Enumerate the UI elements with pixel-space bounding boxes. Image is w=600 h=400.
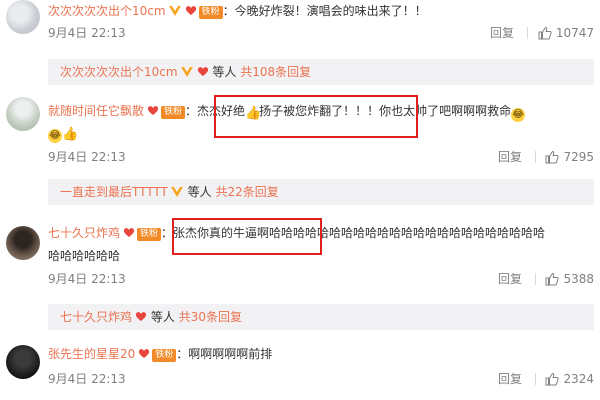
divider bbox=[535, 373, 536, 385]
timestamp: 9月4日 22:13 bbox=[48, 272, 126, 286]
reply-count-link[interactable]: 共108条回复 bbox=[240, 65, 311, 79]
reply-summary[interactable]: 次次次次次出个10cm 等人 共108条回复 bbox=[48, 59, 594, 85]
reply-button[interactable]: 回复 bbox=[498, 370, 522, 388]
highlight-box bbox=[214, 95, 418, 138]
reply-others: 等人 bbox=[150, 310, 175, 324]
avatar[interactable] bbox=[6, 0, 40, 34]
laugh-cry-emoji: 😂 bbox=[48, 129, 62, 143]
fan-heart-icon bbox=[139, 349, 150, 358]
comment-meta: 9月4日 22:13 回复 2324 bbox=[48, 370, 594, 388]
fan-heart-icon bbox=[123, 228, 135, 237]
fan-badge: 铁粉 bbox=[152, 349, 177, 362]
fan-badge: 铁粉 bbox=[137, 228, 162, 241]
fan-heart-icon bbox=[185, 6, 196, 15]
reply-others: 等人 bbox=[187, 185, 212, 199]
divider bbox=[527, 27, 528, 39]
username[interactable]: 就随时间任它飘散 bbox=[48, 104, 144, 118]
fan-badge: 铁粉 bbox=[198, 6, 223, 19]
avatar[interactable] bbox=[6, 345, 40, 379]
reply-username[interactable]: 七十久只炸鸡 bbox=[60, 310, 132, 324]
divider bbox=[535, 151, 536, 163]
reply-username[interactable]: 一直走到最后TTTTT bbox=[60, 185, 168, 199]
fan-heart-icon bbox=[197, 67, 208, 76]
username[interactable]: 次次次次次出个10cm bbox=[48, 4, 166, 18]
like-button[interactable]: 5388 bbox=[545, 270, 594, 288]
timestamp: 9月4日 22:13 bbox=[48, 150, 126, 164]
username[interactable]: 七十久只炸鸡 bbox=[48, 226, 120, 240]
like-button[interactable]: 10747 bbox=[538, 24, 594, 42]
highlight-box bbox=[172, 218, 322, 255]
comment-body: 次次次次次出个10cm 铁粉 ：今晚好炸裂！演唱会的味出来了！！ bbox=[48, 2, 594, 20]
laugh-cry-emoji: 😂 bbox=[511, 108, 526, 122]
reply-count-link[interactable]: 共22条回复 bbox=[215, 185, 278, 199]
vip-v-icon bbox=[180, 67, 193, 77]
comment-text: ：今晚好炸裂！演唱会的味出来了！！ bbox=[222, 4, 427, 18]
like-button[interactable]: 2324 bbox=[545, 370, 594, 388]
reply-count-link[interactable]: 共30条回复 bbox=[179, 310, 242, 324]
like-count: 7295 bbox=[563, 150, 594, 164]
fan-heart-icon bbox=[147, 106, 159, 115]
timestamp: 9月4日 22:13 bbox=[48, 26, 126, 40]
comment-meta: 9月4日 22:13 回复 5388 bbox=[48, 270, 594, 288]
like-button[interactable]: 7295 bbox=[545, 148, 594, 166]
reply-others: 等人 bbox=[212, 65, 237, 79]
comment-text: ：啊啊啊啊啊前排 bbox=[176, 347, 273, 361]
reply-button[interactable]: 回复 bbox=[490, 24, 514, 42]
fan-heart-icon bbox=[135, 312, 147, 321]
comment-meta: 9月4日 22:13 回复 10747 bbox=[48, 24, 594, 42]
thumbs-up-icon bbox=[545, 272, 560, 286]
timestamp: 9月4日 22:13 bbox=[48, 372, 126, 386]
avatar[interactable] bbox=[6, 97, 40, 131]
vip-v-icon bbox=[168, 6, 181, 16]
reply-username[interactable]: 次次次次次出个10cm bbox=[60, 65, 178, 79]
divider bbox=[535, 273, 536, 285]
fan-badge: 铁粉 bbox=[161, 106, 186, 119]
comment-meta: 9月4日 22:13 回复 7295 bbox=[48, 148, 594, 166]
comment-text-a: ： bbox=[185, 104, 198, 118]
reply-summary[interactable]: 七十久只炸鸡 等人 共30条回复 bbox=[48, 304, 594, 330]
thumbs-up-icon bbox=[538, 26, 552, 40]
reply-button[interactable]: 回复 bbox=[498, 148, 522, 166]
avatar[interactable] bbox=[6, 226, 40, 260]
like-count: 10747 bbox=[555, 26, 594, 40]
like-count: 2324 bbox=[563, 372, 594, 386]
thumbs-up-icon bbox=[545, 372, 560, 386]
like-count: 5388 bbox=[563, 272, 594, 286]
thumbs-up-icon bbox=[545, 150, 560, 164]
username[interactable]: 张先生的星星20 bbox=[48, 347, 135, 361]
thumbs-up-emoji: 👍 bbox=[62, 127, 79, 142]
vip-v-icon bbox=[170, 187, 183, 197]
comment-text-line2: 哈哈哈哈哈哈 bbox=[48, 249, 121, 263]
reply-summary[interactable]: 一直走到最后TTTTT 等人 共22条回复 bbox=[48, 179, 594, 205]
reply-button[interactable]: 回复 bbox=[498, 270, 522, 288]
comment-body: 张先生的星星20 铁粉 ：啊啊啊啊啊前排 bbox=[48, 345, 594, 363]
